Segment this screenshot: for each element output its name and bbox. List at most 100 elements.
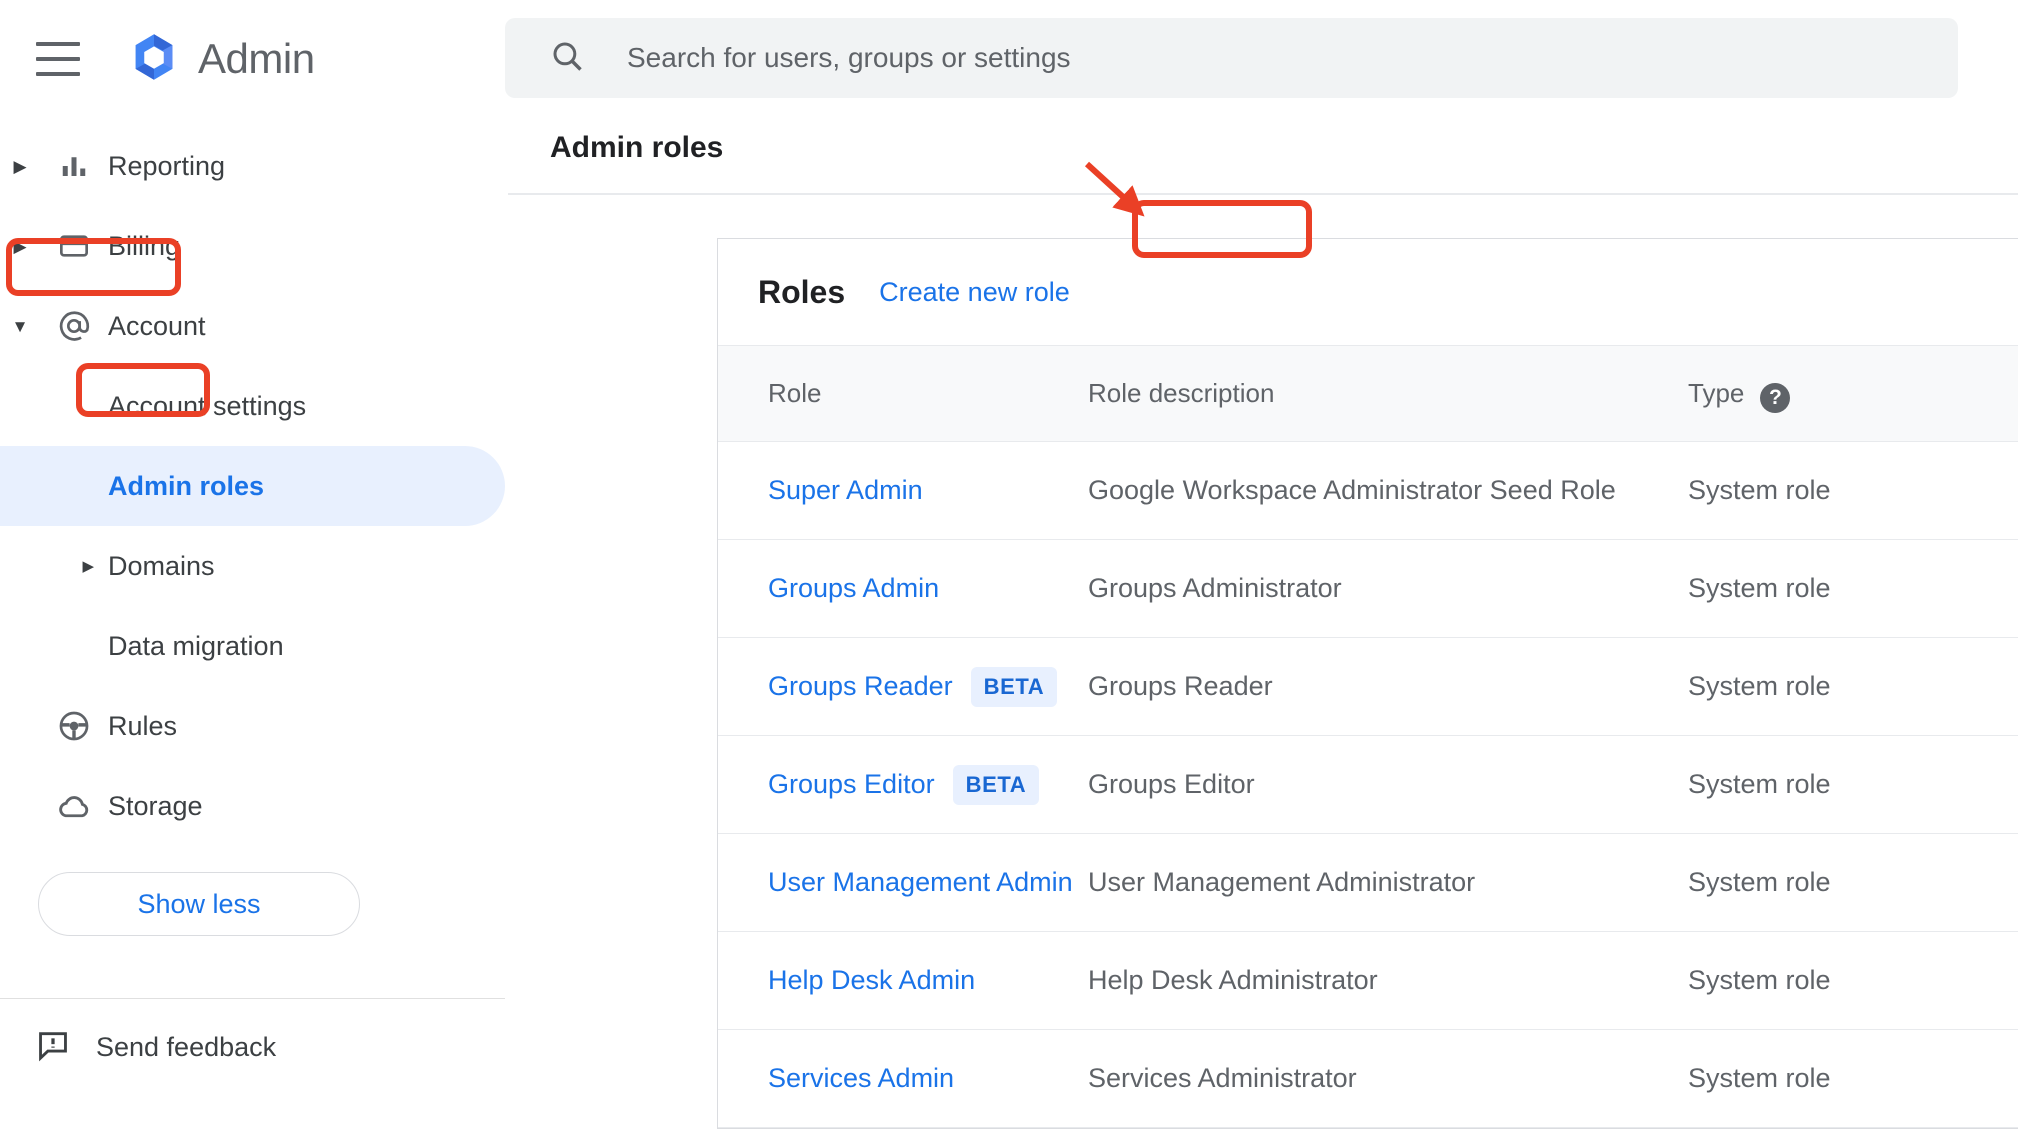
cell-type: System role	[1688, 735, 2018, 834]
cloud-icon	[40, 788, 108, 824]
help-icon[interactable]: ?	[1760, 382, 1791, 413]
search-input[interactable]: Search for users, groups or settings	[627, 42, 1071, 74]
hamburger-menu-icon[interactable]	[36, 42, 80, 76]
cell-type: System role	[1688, 539, 2018, 638]
cell-role-description: Groups Editor	[1088, 735, 1688, 834]
search-row: Search for users, groups or settings	[505, 0, 2018, 98]
cell-role: Super Admin	[718, 441, 1088, 540]
cell-type: System role	[1688, 931, 2018, 1030]
sidebar-item-admin-roles[interactable]: ▸ Admin roles	[0, 446, 505, 526]
at-sign-icon	[40, 309, 108, 343]
cell-role-description: Google Workspace Administrator Seed Role	[1088, 441, 1688, 540]
sidebar-item-label: Reporting	[108, 150, 226, 181]
google-admin-logo-icon	[128, 31, 180, 88]
role-link[interactable]: Super Admin	[768, 475, 923, 506]
cell-role: Groups Admin	[718, 539, 1088, 638]
cell-role-description: Services Administrator	[1088, 1029, 1688, 1128]
roles-table: Role Role description Type ? Super Admin…	[718, 345, 2018, 1128]
cell-role: Help Desk Admin	[718, 931, 1088, 1030]
table-row[interactable]: Services Admin Services Administrator Syst…	[718, 1029, 2018, 1128]
show-less-button[interactable]: Show less	[38, 872, 360, 936]
cell-role: Services Admin	[718, 1029, 1088, 1128]
steering-wheel-icon	[40, 709, 108, 743]
cell-type: System role	[1688, 1029, 2018, 1128]
sidebar-item-account-settings[interactable]: ▸ Account settings	[0, 366, 505, 446]
send-feedback-button[interactable]: Send feedback	[0, 999, 505, 1095]
admin-console-page: Admin ▶ Reporting ▶ Billing ▼ Account Ac…	[0, 0, 2018, 1136]
sidebar-item-label: Admin roles	[108, 470, 265, 501]
spacer: ▸	[0, 637, 108, 655]
search-bar[interactable]: Search for users, groups or settings	[505, 18, 1958, 98]
cell-type: System role	[1688, 833, 2018, 932]
spacer: ▸	[0, 477, 108, 495]
sidebar-item-label: Storage	[108, 790, 203, 821]
role-link[interactable]: Groups Admin	[768, 573, 939, 604]
column-header-type-label: Type	[1688, 378, 1745, 408]
cell-role-description: Help Desk Administrator	[1088, 931, 1688, 1030]
role-link[interactable]: Help Desk Admin	[768, 965, 975, 996]
chevron-down-icon[interactable]: ▼	[0, 318, 40, 335]
search-icon	[549, 38, 585, 79]
sidebar-item-storage[interactable]: Storage	[0, 766, 505, 846]
cell-type: System role	[1688, 637, 2018, 736]
sidebar-item-label: Account	[108, 310, 206, 341]
table-row[interactable]: Super Admin Google Workspace Administrato…	[718, 441, 2018, 540]
column-header-role-description[interactable]: Role description	[1088, 345, 1688, 442]
send-feedback-label: Send feedback	[96, 1031, 277, 1062]
sidebar-item-reporting[interactable]: ▶ Reporting	[0, 126, 505, 206]
cell-role-description: Groups Reader	[1088, 637, 1688, 736]
role-link[interactable]: Services Admin	[768, 1063, 954, 1094]
cell-role: User Management Admin	[718, 833, 1088, 932]
table-row[interactable]: Groups Reader BETA Groups Reader System rol…	[718, 637, 2018, 736]
main-content: Search for users, groups or settings Adm…	[505, 0, 2018, 1136]
create-new-role-button[interactable]: Create new role	[879, 277, 1070, 308]
brand[interactable]: Admin	[128, 31, 315, 88]
sidebar-item-label: Rules	[108, 710, 178, 741]
sidebar-item-account[interactable]: ▼ Account	[0, 286, 505, 366]
chevron-right-icon[interactable]: ▶	[0, 557, 108, 575]
roles-card-header: Roles Create new role	[718, 239, 2018, 345]
table-row[interactable]: Help Desk Admin Help Desk Administrator Sy…	[718, 931, 2018, 1030]
sidebar-item-label: Data migration	[108, 630, 284, 661]
sidebar-item-data-migration[interactable]: ▸ Data migration	[0, 606, 505, 686]
roles-table-body: Super Admin Google Workspace Administrato…	[718, 441, 2018, 1128]
left-sidebar: Admin ▶ Reporting ▶ Billing ▼ Account Ac…	[0, 0, 505, 1136]
column-header-role-label: Role	[768, 378, 822, 408]
bar-chart-icon	[40, 151, 108, 181]
roles-table-header: Role Role description Type ?	[718, 345, 2018, 442]
cell-role-description: User Management Administrator	[1088, 833, 1688, 932]
chevron-right-icon[interactable]: ▶	[0, 158, 40, 175]
roles-card-title: Roles	[758, 273, 846, 310]
sidebar-item-rules[interactable]: Rules	[0, 686, 505, 766]
show-less-wrapper: Show less	[0, 846, 505, 936]
role-link[interactable]: Groups Editor	[768, 769, 935, 800]
chevron-right-icon[interactable]: ▶	[0, 238, 40, 255]
sidebar-item-billing[interactable]: ▶ Billing	[0, 206, 505, 286]
table-row[interactable]: Groups Admin Groups Administrator System r…	[718, 539, 2018, 638]
cell-role-description: Groups Administrator	[1088, 539, 1688, 638]
feedback-icon	[36, 1028, 70, 1067]
sidebar-nav-list: ▶ Reporting ▶ Billing ▼ Account Account …	[0, 118, 505, 1095]
column-header-role[interactable]: Role	[718, 345, 1088, 442]
table-header-row: Role Role description Type ?	[718, 345, 2018, 442]
beta-badge: BETA	[970, 666, 1058, 707]
credit-card-icon	[40, 230, 108, 262]
cell-role: Groups Editor BETA	[718, 735, 1088, 834]
cell-role: Groups Reader BETA	[718, 637, 1088, 736]
roles-card: Roles Create new role Role Role descript…	[717, 238, 2018, 1129]
brand-title: Admin	[198, 35, 315, 82]
role-link[interactable]: User Management Admin	[768, 867, 1073, 898]
title-divider	[508, 193, 2018, 195]
sidebar-item-label: Account settings	[108, 390, 307, 421]
column-header-description-label: Role description	[1088, 378, 1275, 408]
sidebar-item-domains[interactable]: ▶ Domains	[0, 526, 505, 606]
spacer: ▸	[0, 397, 108, 415]
beta-badge: BETA	[952, 764, 1040, 805]
cell-type: System role	[1688, 441, 2018, 540]
role-link[interactable]: Groups Reader	[768, 671, 953, 702]
table-row[interactable]: Groups Editor BETA Groups Editor System rol…	[718, 735, 2018, 834]
sidebar-item-label: Domains	[108, 550, 215, 581]
column-header-type[interactable]: Type ?	[1688, 345, 2018, 442]
sidebar-header: Admin	[0, 0, 505, 118]
table-row[interactable]: User Management Admin User Management Adm…	[718, 833, 2018, 932]
